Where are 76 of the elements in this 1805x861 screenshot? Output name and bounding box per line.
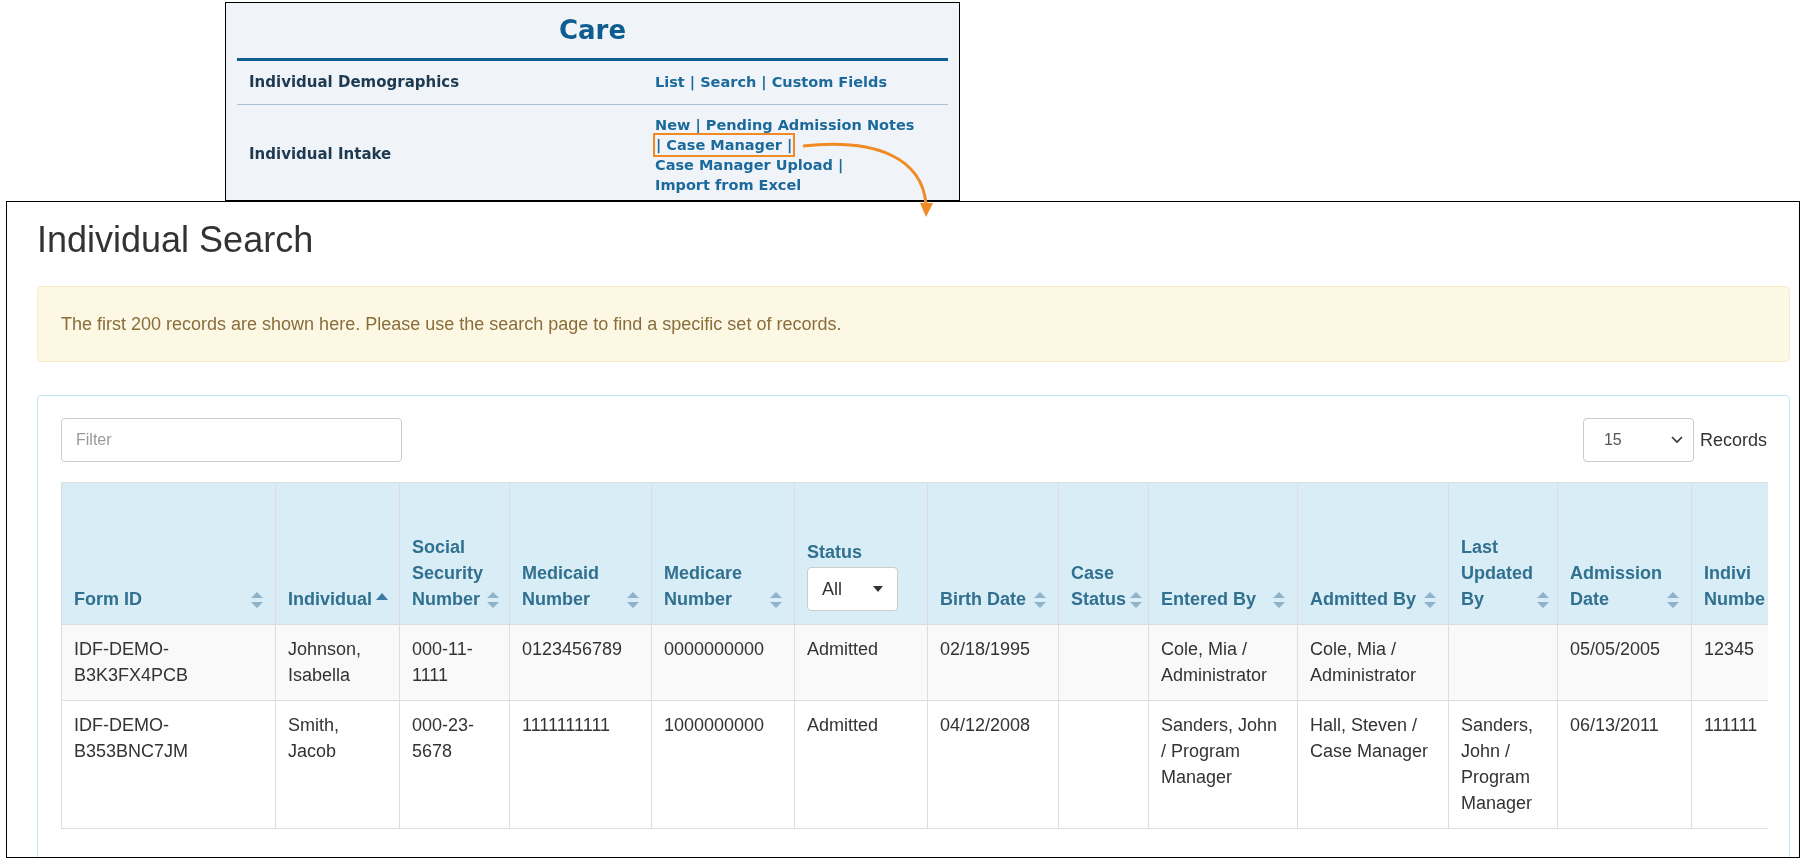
table-cell: 0000000000 <box>664 639 765 659</box>
sort-icon[interactable] <box>1273 592 1285 608</box>
records-label: Records <box>1699 428 1767 452</box>
column-header[interactable]: Last Updated By <box>1448 482 1558 625</box>
sort-icon[interactable] <box>1537 592 1549 608</box>
menu-section-label: Individual Intake <box>248 144 393 166</box>
table-cell: 1111111111 <box>522 715 611 735</box>
table-cell: 05/05/2005 <box>1570 639 1661 659</box>
column-header[interactable]: Status All <box>794 482 928 625</box>
table-cell: 111111 <box>1704 715 1758 735</box>
table-cell: 000-23-5678 <box>412 715 475 761</box>
menu-links[interactable]: New | Pending Admission Notes <box>655 114 915 135</box>
table-cell: Sanders, John / Program Manager <box>1461 715 1534 813</box>
column-header[interactable]: Admitted By <box>1297 482 1449 625</box>
column-header[interactable]: Indivi Numbe <box>1691 482 1768 625</box>
column-header[interactable]: Social Security Number <box>399 482 510 625</box>
column-label: Last Updated By <box>1461 536 1533 611</box>
table-cell: IDF-DEMO-B353BNC7JM <box>74 715 189 761</box>
table-cell: Admitted <box>807 639 879 659</box>
table-cell: 06/13/2011 <box>1570 715 1659 735</box>
column-label: Entered By <box>1161 588 1257 611</box>
sort-icon[interactable] <box>1130 592 1142 608</box>
column-label: Medicare Number <box>664 562 744 611</box>
sort-ascending-icon[interactable] <box>376 593 388 600</box>
status-filter-select[interactable]: All <box>807 567 898 611</box>
column-header[interactable]: Medicare Number <box>651 482 795 625</box>
table-cell: 000-11-1111 <box>412 639 473 685</box>
column-label: Case Status <box>1071 562 1126 611</box>
menu-title: Care <box>557 14 628 47</box>
table-cell: Johnson, Isabella <box>288 639 362 685</box>
page-size-select[interactable]: 15 <box>1582 418 1694 462</box>
column-label: Admitted By <box>1310 588 1416 611</box>
menu-links[interactable]: | Case Manager | <box>655 134 794 155</box>
table-cell: 1000000000 <box>664 715 765 735</box>
sort-icon[interactable] <box>770 592 782 608</box>
column-label: Admission Date <box>1570 562 1663 611</box>
sort-icon[interactable] <box>1424 592 1436 608</box>
menu-links[interactable]: Import from Excel <box>655 174 802 195</box>
sort-icon[interactable] <box>251 592 263 608</box>
column-label: Indivi Numbe <box>1704 562 1766 611</box>
chevron-down-icon <box>1670 436 1683 444</box>
column-header[interactable]: Case Status <box>1058 482 1149 625</box>
caret-down-icon <box>873 586 883 592</box>
column-label: Medicaid Number <box>522 562 601 611</box>
column-label: Status <box>807 541 862 564</box>
sort-icon[interactable] <box>1667 592 1679 608</box>
column-label: Birth Date <box>940 588 1026 611</box>
filter-field[interactable]: Filter <box>61 418 402 462</box>
column-header[interactable]: Medicaid Number <box>509 482 652 625</box>
table-cell: Cole, Mia / Administrator <box>1161 639 1268 685</box>
column-header[interactable]: Individual <box>275 482 400 625</box>
table-cell: Sanders, John / Program Manager <box>1161 715 1278 787</box>
table-cell: IDF-DEMO-B3K3FX4PCB <box>74 639 189 685</box>
table-cell: 04/12/2008 <box>940 715 1031 735</box>
menu-links[interactable]: List | Search | Custom Fields <box>655 72 888 93</box>
sort-icon[interactable] <box>1034 592 1046 608</box>
info-alert: The first 200 records are shown here. Please use the search page to find a specific set of records. <box>37 286 1790 362</box>
table-cell: Smith, Jacob <box>288 715 339 761</box>
column-label: Individual <box>288 588 372 611</box>
table-cell: Cole, Mia / Administrator <box>1310 639 1417 685</box>
column-header[interactable]: Birth Date <box>927 482 1059 625</box>
menu-links[interactable]: Case Manager Upload | <box>655 154 844 175</box>
column-label: Form ID <box>74 588 142 611</box>
column-header[interactable]: Admission Date <box>1557 482 1692 625</box>
column-header[interactable]: Form ID <box>61 482 276 625</box>
page-title: Individual Search <box>37 218 315 262</box>
column-label: Social Security Number <box>412 536 484 611</box>
sort-icon[interactable] <box>487 592 500 608</box>
menu-section-label: Individual Demographics <box>248 72 461 93</box>
table-cell: Hall, Steven / Case Manager <box>1310 715 1429 761</box>
table-cell: 02/18/1995 <box>940 639 1031 659</box>
sort-icon[interactable] <box>627 592 639 608</box>
column-header[interactable]: Entered By <box>1148 482 1298 625</box>
table-cell: 12345 <box>1704 639 1755 659</box>
table-cell: 0123456789 <box>522 639 623 659</box>
table-cell: Admitted <box>807 715 879 735</box>
